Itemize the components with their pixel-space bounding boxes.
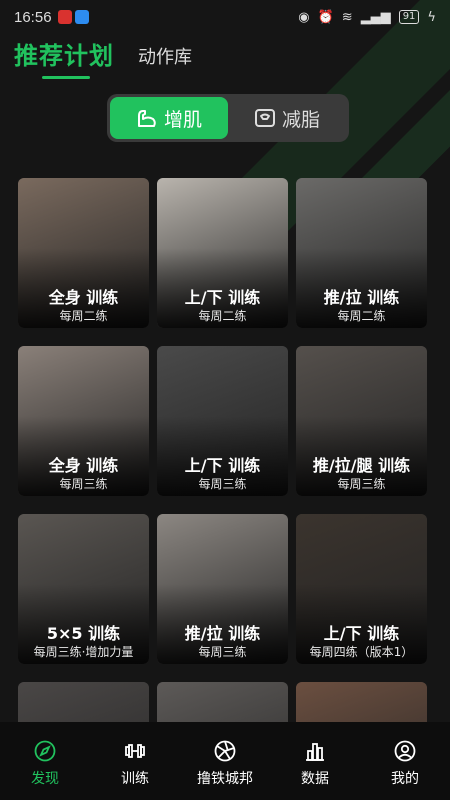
tab-discover-label: 发现 [31, 771, 59, 787]
fat-loss-button[interactable]: 减脂 [228, 97, 346, 139]
flexed-arm-icon [136, 107, 158, 129]
status-bar: 16:56 ◉ ⏰ ≋ ▂▄▆ 91 ϟ [0, 0, 450, 34]
active-tab-indicator [42, 76, 90, 79]
bar-chart-icon [306, 743, 324, 761]
status-icons: ◉ ⏰ ≋ ▂▄▆ 91 ϟ [298, 10, 436, 25]
plan-card-title: 推/拉 训练 [184, 624, 261, 643]
plan-card[interactable]: 全身 训练 每周二练 [18, 178, 149, 328]
plan-card-frequency: 每周三练·增加力量 [33, 645, 134, 659]
plan-card-title: 上/下 训练 [323, 624, 400, 643]
tab-recommended-plans[interactable]: 推荐计划 [14, 36, 114, 71]
muscle-gain-button[interactable]: 增肌 [110, 97, 228, 139]
tab-discover[interactable]: 发现 [5, 740, 85, 788]
plan-card-frequency: 每周三练 [198, 645, 247, 659]
status-time: 16:56 [14, 8, 52, 26]
tab-exercise-library[interactable]: 动作库 [138, 43, 192, 71]
plan-card-frequency: 每周三练 [59, 477, 108, 491]
signal-icon: ▂▄▆ [360, 9, 391, 25]
plan-card-title: 5×5 训练 [46, 624, 121, 643]
plan-card-title: 上/下 训练 [184, 456, 261, 475]
fat-loss-label: 减脂 [281, 108, 320, 131]
plan-card-frequency: 每周三练 [337, 477, 386, 491]
notification-app-icon [57, 10, 72, 24]
plan-card-frequency: 每周二练 [59, 309, 108, 323]
charging-icon: ϟ [427, 9, 436, 25]
plan-card[interactable]: 上/下 训练每周三练 [157, 346, 288, 496]
plan-card-title: 全身 训练 [48, 456, 119, 475]
compass-icon [34, 740, 56, 762]
plan-card[interactable]: 推/拉/腿 训练每周三练 [296, 346, 427, 496]
muscle-gain-label: 增肌 [163, 108, 202, 131]
tab-mine-label: 我的 [391, 771, 419, 787]
plan-card-title: 全身 训练 [48, 288, 119, 307]
top-tabs: 推荐计划 动作库 [14, 36, 192, 71]
plan-card-frequency: 每周四练（版本1） [309, 645, 414, 659]
plan-card[interactable]: 推/拉 训练每周三练 [157, 514, 288, 664]
plan-card[interactable]: 全身 训练 每周三练 [18, 346, 149, 496]
plan-card[interactable]: 上/下 训练每周四练（版本1） [296, 514, 427, 664]
tab-data-label: 数据 [301, 771, 329, 787]
goal-segmented-control: 增肌 减脂 [107, 94, 349, 142]
plan-card[interactable]: 上/下 训练每周二练 [157, 178, 288, 328]
alarm-icon: ⏰ [317, 9, 334, 25]
notification-app-icon [74, 10, 89, 24]
plan-card-frequency: 每周二练 [198, 309, 247, 323]
plan-card[interactable]: 5×5 训练每周三练·增加力量 [18, 514, 149, 664]
eye-icon: ◉ [298, 9, 310, 25]
aperture-icon [214, 740, 236, 762]
tab-mine[interactable]: 我的 [365, 740, 445, 788]
bottom-tab-bar: 发现 训练 撸铁城邦 数据 我的 [0, 722, 450, 800]
tab-community-label: 撸铁城邦 [197, 771, 253, 787]
tab-community[interactable]: 撸铁城邦 [185, 740, 265, 788]
plan-card-frequency: 每周二练 [337, 309, 386, 323]
plan-card-title: 推/拉 训练 [323, 288, 400, 307]
tab-train-label: 训练 [121, 771, 149, 787]
plan-grid: 全身 训练 每周二练 上/下 训练 每周二练 推/拉 训练 每周二练 全身 训练 每周三练 上/… [18, 178, 432, 800]
dumbbell-icon [125, 744, 145, 758]
user-icon [394, 740, 416, 762]
plan-card-title: 推/拉/腿 训练 [312, 456, 411, 475]
tab-data[interactable]: 数据 [275, 740, 355, 788]
wifi-icon: ≋ [341, 9, 353, 25]
battery-indicator: 91 [398, 10, 420, 24]
scale-icon [254, 107, 276, 129]
plan-card-frequency: 每周三练 [198, 477, 247, 491]
plan-card-title: 上/下 训练 [184, 288, 261, 307]
plan-card[interactable]: 推/拉 训练每周二练 [296, 178, 427, 328]
tab-train[interactable]: 训练 [95, 740, 175, 788]
